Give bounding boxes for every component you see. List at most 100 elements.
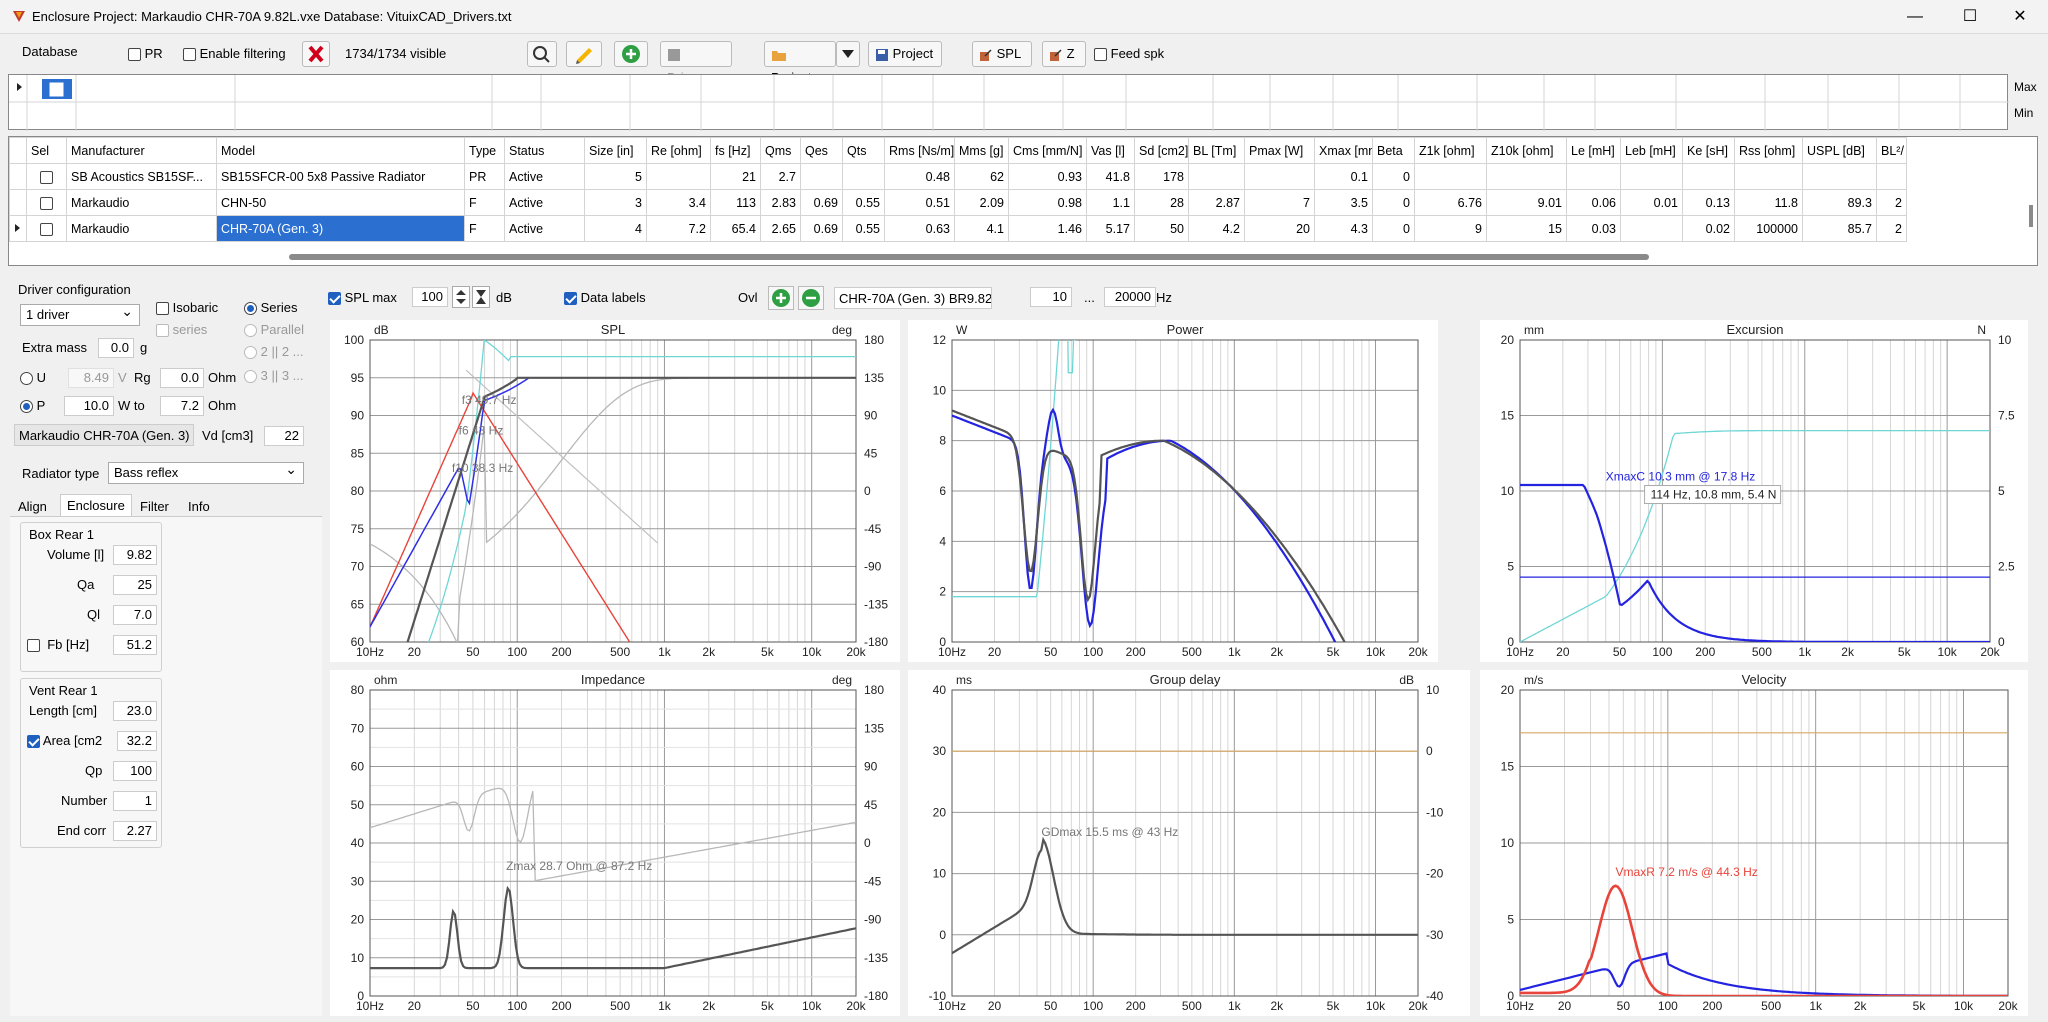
ql-input[interactable]: 7.0 xyxy=(113,605,157,625)
table-cell[interactable]: 0.55 xyxy=(842,215,885,242)
column-header[interactable]: Re [ohm] xyxy=(646,137,711,164)
table-cell[interactable]: 0 xyxy=(1372,163,1415,190)
table-cell[interactable]: 5 xyxy=(584,163,647,190)
table-cell[interactable]: SB Acoustics SB15SF... xyxy=(66,163,217,190)
column-header[interactable]: Cms [mm/N] xyxy=(1008,137,1087,164)
column-header[interactable]: Mms [g] xyxy=(954,137,1009,164)
table-cell[interactable] xyxy=(26,215,67,242)
table-cell[interactable]: PR xyxy=(464,163,505,190)
fb-option[interactable]: Fb [Hz] xyxy=(27,637,89,653)
parallel-radio[interactable] xyxy=(244,324,257,338)
column-header[interactable]: Vas [l] xyxy=(1086,137,1135,164)
table-cell[interactable]: 4 xyxy=(584,215,647,242)
number-input[interactable]: 1 xyxy=(113,791,157,811)
splmax-option[interactable]: SPL max xyxy=(328,290,397,306)
fmax-input[interactable]: 20000 xyxy=(1104,287,1156,307)
row-header-cell[interactable] xyxy=(9,215,27,242)
area-option[interactable]: Area [cm2 xyxy=(27,733,102,749)
table-cell[interactable] xyxy=(26,163,67,190)
column-header[interactable]: BL [Tm] xyxy=(1188,137,1245,164)
filter-grid[interactable] xyxy=(8,74,2038,131)
tab-align[interactable]: Align xyxy=(12,496,53,518)
export-z-button[interactable]: Z xyxy=(1042,41,1086,67)
column-header[interactable]: Type xyxy=(464,137,505,164)
filter-checkbox[interactable] xyxy=(183,48,196,62)
column-header[interactable]: Pmax [W] xyxy=(1244,137,1315,164)
table-cell[interactable] xyxy=(1620,215,1683,242)
table-cell[interactable]: 0.06 xyxy=(1566,189,1621,216)
minimize-button[interactable]: — xyxy=(1900,6,1930,28)
table-cell[interactable] xyxy=(1188,163,1245,190)
power-graph[interactable]: 12 10 8 6 4 2 0 10Hz 20 50 100 200 500 1k 2k 5k 10k 20k Po… xyxy=(908,320,1438,662)
table-cell[interactable]: 0.51 xyxy=(884,189,955,216)
table-cell[interactable]: 21 xyxy=(710,163,761,190)
table-cell[interactable]: 0.63 xyxy=(884,215,955,242)
table-cell[interactable]: F xyxy=(464,215,505,242)
column-header[interactable]: Sel xyxy=(26,137,67,164)
column-header[interactable]: Qms xyxy=(760,137,801,164)
table-cell[interactable]: 85.7 xyxy=(1802,215,1877,242)
impedance-graph[interactable]: 80 180 70 135 60 90 50 45 40 0 30 -45 20 -90 10 -135 0 -1… xyxy=(330,670,900,1016)
tab-enclosure[interactable]: Enclosure xyxy=(60,494,132,516)
table-cell[interactable]: 2 xyxy=(1876,189,1907,216)
series-radio[interactable] xyxy=(244,302,257,316)
radiator-select[interactable]: Bass reflex xyxy=(108,461,304,484)
table-cell[interactable]: Markaudio xyxy=(66,189,217,216)
driver-table[interactable]: Sel Manufacturer Model Type Status Size [in] R… xyxy=(8,136,2038,266)
feed-checkbox[interactable] xyxy=(1094,48,1107,62)
p3-option[interactable]: 3 || 3 ... xyxy=(244,368,304,384)
overlay-add-button[interactable] xyxy=(768,286,794,310)
rg-input[interactable]: 0.0 xyxy=(160,368,204,388)
table-cell[interactable]: 4.2 xyxy=(1188,215,1245,242)
table-cell[interactable] xyxy=(1486,163,1567,190)
export-spl-button[interactable]: SPL xyxy=(972,41,1032,67)
table-horizontal-scrollbar[interactable] xyxy=(289,254,1649,260)
overlay-remove-button[interactable] xyxy=(798,286,824,310)
clear-filter-button[interactable] xyxy=(302,41,330,67)
table-cell[interactable]: 9 xyxy=(1414,215,1487,242)
column-header[interactable]: Beta xyxy=(1372,137,1415,164)
table-cell[interactable]: 41.8 xyxy=(1086,163,1135,190)
table-cell[interactable]: 0.02 xyxy=(1682,215,1735,242)
table-row[interactable]: SB Acoustics SB15SF... SB15SFCR-00 5x8 Pa… xyxy=(9,163,1907,190)
overlay-name[interactable]: CHR-70A (Gen. 3) BR9.82 xyxy=(834,287,992,309)
table-cell[interactable]: Active xyxy=(504,189,585,216)
table-cell[interactable] xyxy=(26,189,67,216)
splmax-input[interactable]: 100 xyxy=(412,287,448,307)
table-cell[interactable]: 2.65 xyxy=(760,215,801,242)
add-button[interactable] xyxy=(614,41,648,67)
column-header[interactable]: Le [mH] xyxy=(1566,137,1621,164)
p2-radio[interactable] xyxy=(244,346,257,360)
velocity-graph[interactable]: 20 15 10 5 0 10Hz 20 50 100 200 500 1k 2k 5k 10k 20k Vel… xyxy=(1480,670,2028,1016)
table-cell[interactable]: 0 xyxy=(1372,215,1415,242)
row-select-checkbox[interactable] xyxy=(40,196,53,210)
table-cell[interactable]: 3.5 xyxy=(1314,189,1373,216)
series2-option[interactable]: series xyxy=(156,322,207,338)
table-row[interactable]: Markaudio CHN-50 F Active 3 3.4 113 2.83 0.69 0.5… xyxy=(9,189,1907,216)
column-header[interactable]: Status xyxy=(504,137,585,164)
volume-input[interactable]: 9.82 xyxy=(113,545,157,565)
qa-input[interactable]: 25 xyxy=(113,575,157,595)
table-cell[interactable]: 5.17 xyxy=(1086,215,1135,242)
fb-checkbox[interactable] xyxy=(27,639,40,653)
column-header[interactable]: Z1k [ohm] xyxy=(1414,137,1487,164)
column-header[interactable]: Z10k [ohm] xyxy=(1486,137,1567,164)
enable-filtering[interactable]: Enable filtering xyxy=(183,46,286,62)
spl-graph[interactable]: 100 180 95 135 90 90 85 45 80 0 75 -45 70 -90 65 -135 60… xyxy=(330,320,900,662)
table-vertical-scrollbar[interactable] xyxy=(2029,205,2033,227)
row-select-checkbox[interactable] xyxy=(40,170,53,184)
table-cell[interactable]: 15 xyxy=(1486,215,1567,242)
u-option[interactable]: U xyxy=(20,370,46,386)
table-cell[interactable] xyxy=(842,163,885,190)
pr-filter[interactable]: PR xyxy=(128,46,163,62)
table-cell[interactable]: F xyxy=(464,189,505,216)
column-header[interactable]: fs [Hz] xyxy=(710,137,761,164)
column-header[interactable]: Sd [cm2] xyxy=(1134,137,1189,164)
table-cell[interactable]: 4.3 xyxy=(1314,215,1373,242)
column-header[interactable]: Size [in] xyxy=(584,137,647,164)
table-cell[interactable]: 0 xyxy=(1372,189,1415,216)
table-cell[interactable]: Active xyxy=(504,215,585,242)
table-cell[interactable]: 62 xyxy=(954,163,1009,190)
column-header[interactable]: Xmax [mm] xyxy=(1314,137,1373,164)
table-cell[interactable]: 7.2 xyxy=(646,215,711,242)
